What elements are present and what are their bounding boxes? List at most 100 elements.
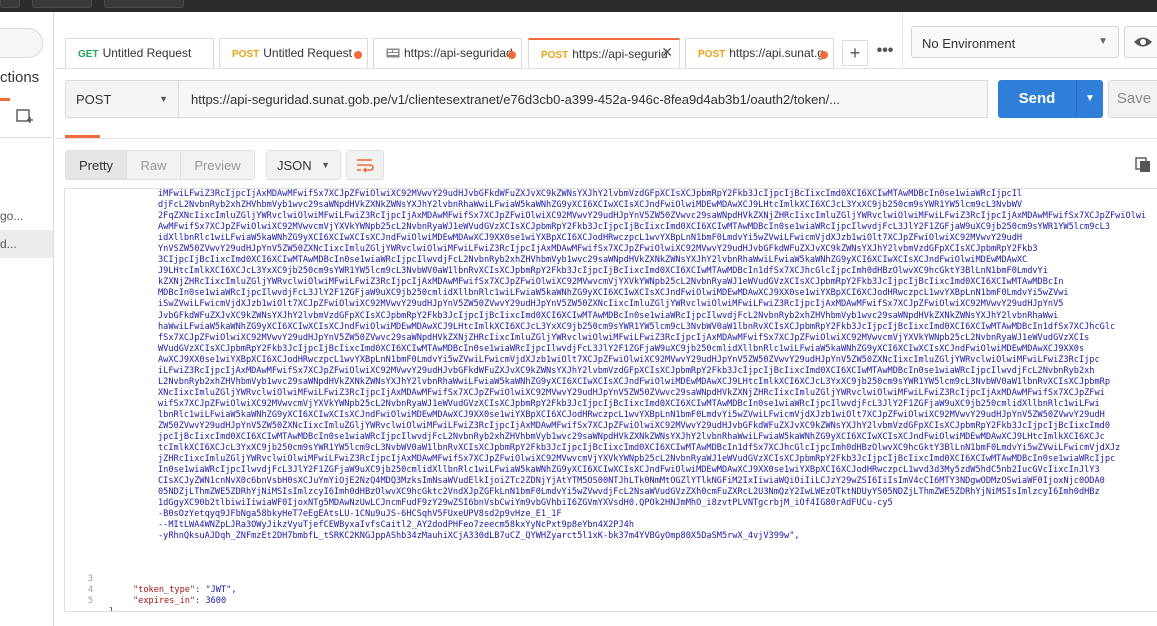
json-string-value: L2NvbnRyb2xhZHVhbmVyb1wvc29saWNpdHVkZXNk… [158,376,1110,387]
code-line: -B0sOzYetqyq9JFbNga58bkyHeT7eEgEAtsLU-1C… [65,509,1157,520]
close-icon[interactable]: ✕ [661,44,673,61]
title-bar-button[interactable] [0,0,20,8]
json-string-value: idXllbnRlc1wiLFwiaW5kaWNhZG9yXCI6XCIwXCI… [158,233,1023,244]
line-number: 5 [87,596,93,607]
websocket-icon [386,48,400,58]
sidebar-collections-title[interactable]: ctions [0,69,39,86]
sidebar: ctions go... d... [0,12,54,626]
request-tab[interactable]: POST Untitled Request [219,38,368,68]
tab-method: POST [541,50,569,61]
url-input[interactable]: https://api-seguridad.sunat.gob.pe/v1/cl… [179,80,988,118]
code-line: lbnRlc1wiLFwiaW5kaWNhZG9yXCI6XCIwXCIsXCJ… [65,410,1157,421]
wrap-lines-icon [357,159,374,173]
code-line: haWwiLFwiaW5kaWNhZG9yXCI6XCIwXCIsXCJndFw… [65,322,1157,333]
code-line: --MItLWA4WNZpLJRa3OWyJikzVyuTjefCEWByxaI… [65,520,1157,531]
environment-quick-look-button[interactable] [1124,26,1157,58]
request-tab-active[interactable]: POST https://api-segurid ✕ [528,38,680,68]
chevron-down-icon: ▼ [159,94,168,104]
unsaved-indicator [508,51,516,59]
tab-label: https://api-seguridad [404,46,513,60]
format-select[interactable]: JSON ▼ [266,150,341,180]
request-tabs-bar: GET Untitled Request POST Untitled Request… [55,12,902,68]
tab-method: POST [232,49,260,60]
save-button[interactable]: Save [1108,80,1157,118]
raw-view-tab[interactable]: Raw [126,150,181,180]
code-line: AwXCJ9XX0se1wiYXBpXCI6XCJodHRwczpcL1wvYX… [65,355,1157,366]
method-select[interactable]: POST ▼ [65,80,179,118]
json-string-value: kZXNjZHRcIixcImluZGljYWRvclwiOlwiMFwiLFw… [158,277,1064,288]
code-line: AwMFwifSx7XCJpZFwiOlwiXC92MVwvcmVjYXVkYW… [65,222,1157,233]
code-line: L2NvbnRyb2xhZHVhbmVyb1wvc29saWNpdHVkZXNk… [65,377,1157,388]
request-tab[interactable]: POST https://api.sunat.g [685,38,834,68]
new-tab-button[interactable]: + [842,40,868,66]
json-string-value: MDBcIn0se1wiaWRcIjpcIlwvdjFcL3JlY2F1ZGFj… [158,288,1069,299]
tab-label: Untitled Request [263,46,352,60]
code-line: 5 } [65,585,1157,611]
json-string-value: XNcIixcImluZGljYWRvclwiOlwiMFwiLFwiZ3RcI… [158,387,1105,398]
unsaved-indicator [820,51,828,59]
json-string-value: --MItLWA4WNZpLJRa3OWyJikzVyuTjefCEWByxaI… [158,520,634,531]
code-line: wifSx7XCJpZFwiOlwiXC92MVwvcmVjYXVkYWNpb2… [65,399,1157,410]
code-line: idXllbnRlc1wiLFwiaW5kaWNhZG9yXCI6XCIwXCI… [65,233,1157,244]
request-tab[interactable]: GET Untitled Request [65,38,214,68]
code-line: kZXNjZHRcIixcImluZGljYWRvclwiOlwiMFwiLFw… [65,277,1157,288]
json-value: 3600 [205,596,227,607]
code-line: WVudGVzXCIsXCJpbmRpY2Fkb3JcIjpcIjBcIixcI… [65,344,1157,355]
tab-method: GET [78,49,99,60]
code-line: In0se1wiaWRcIjpcIlwvdjFcL3JlY2F1ZGFjaW9u… [65,465,1157,476]
code-line: CIsXCJyZWN1cnNvX0c6bnVsbH0sXCJuYmYiOjE2N… [65,476,1157,487]
sidebar-search-input[interactable] [0,28,43,58]
code-line: YnVSZW50ZVwvY29udHJpYnV5ZW50ZXNcIixcImlu… [65,244,1157,255]
json-string-value: WVudGVzXCIsXCJpbmRpY2Fkb3JcIjpcIjBcIixcI… [158,343,1085,354]
tab-label: https://api.sunat.g [729,46,824,60]
code-line: 3CIjpcIjBcIixcImd0XCI6XCIwMTAwMDBcIn0se1… [65,255,1157,266]
code-line: ZW50ZVwvY29udHJpYnV5ZW50ZXNcIixcImluZGlj… [65,421,1157,432]
json-string-value: In0se1wiaWRcIjpcIlwvdjFcL3JlY2F1ZGFjaW9u… [158,465,1100,476]
new-collection-icon[interactable] [16,108,34,124]
code-line: djFcL2NvbnRyb2xhZHVhbmVyb1wvc29saWNpdHVk… [65,200,1157,211]
code-line: 2FqZXNcIixcImluZGljYWRvclwiOlwiMFwiLFwiZ… [65,211,1157,222]
json-string-value: CIsXCJyZWN1cnNvX0c6bnVsbH0sXCJuYmYiOjE2N… [158,476,1105,487]
more-tabs-icon[interactable]: ••• [873,40,897,66]
json-string-value: iMFwiLFwiZ3RcIjpcIjAxMDAwMFwifSx7XCJpZFw… [158,189,1023,199]
json-closing-brace: } [109,607,114,611]
sidebar-divider [0,137,53,138]
wrap-lines-button[interactable] [346,150,384,180]
json-string-value: ZW50ZVwvY29udHJpYnV5ZW50ZXNcIixcImluZGlj… [158,420,1110,431]
send-options-button[interactable]: ▼ [1076,80,1103,118]
chevron-down-icon: ▼ [1098,36,1108,47]
code-line: iLFwiZ3RcIjpcIjAxMDAwMFwifSx7XCJpZFwiOlw… [65,366,1157,377]
tab-method: POST [698,49,726,60]
sidebar-request-item[interactable]: go... [0,202,53,230]
unsaved-indicator [354,51,362,59]
copy-icon[interactable] [1135,157,1151,173]
response-code: iMFwiLFwiZ3RcIjpcIjAxMDAwMFwifSx7XCJpZFw… [65,189,1157,543]
json-string-value: djFcL2NvbnRyb2xhZHVhbmVyb1wvc29saWNpdHVk… [158,200,1023,211]
json-string-value: lbnRlc1wiLFwiaW5kaWNhZG9yXCI6XCIwXCIsXCJ… [158,409,1105,420]
json-string-value: jpcIjBcIixcImd0XCI6XCIwMTAwMDBcIn0se1wia… [158,432,1105,443]
response-toolbar: Pretty Raw Preview JSON ▼ [55,138,1157,186]
response-tail: 3 "token_type": "JWT", 4 "expires_in": 3… [65,563,1157,611]
sidebar-request-item[interactable]: d... [0,230,53,258]
environment-select[interactable]: No Environment ▼ [911,26,1119,58]
request-tab[interactable]: https://api-seguridad [373,38,522,68]
code-line: fSx7XCJpZFwiOlwiXC92MVwvY29udHJpYnV5ZW50… [65,333,1157,344]
json-string-value: iLFwiZ3RcIjpcIjAxMDAwMFwifSx7XCJpZFwiOlw… [158,365,1095,376]
format-value: JSON [277,158,312,173]
json-string-value: -B0sOzYetqyq9JFbNga58bkyHeT7eEgEAtsLU-1C… [158,509,562,520]
chevron-down-icon: ▼ [321,160,330,170]
json-string-value: fSx7XCJpZFwiOlwiXC92MVwvY29udHJpYnV5ZW50… [158,332,1090,343]
json-string-value: -yRhnQksuAJDqh_ZNFmzEt2DH7bmbfL_tSRKC2KN… [158,531,800,542]
response-body-editor[interactable]: iMFwiLFwiZ3RcIjpcIjAxMDAwMFwifSx7XCJpZFw… [64,188,1157,612]
json-key: "expires_in" [133,596,196,607]
code-line: J9LHtcImlkXCI6XCJcL3YxXC9jb250cm9sYWR1YW… [65,266,1157,277]
title-bar-button[interactable] [32,0,92,8]
code-line: 1dGgyXC90b2tlbiwiIiwiaWF0IjoxNTg5MDAwNzU… [65,498,1157,509]
code-line: jpcIjBcIixcImd0XCI6XCIwMTAwMDBcIn0se1wia… [65,432,1157,443]
title-bar-button[interactable] [104,0,184,8]
code-line: tcImlkXCI6XCJcL3YxXC9jb250cm9sYWR1YW5lcm… [65,443,1157,454]
json-string-value: 05NDZjLThmZWE5ZDRhYjNiMSIsImlzcyI6Imh0dH… [158,487,1100,498]
pretty-view-tab[interactable]: Pretty [65,150,127,180]
send-button[interactable]: Send [998,80,1076,118]
preview-view-tab[interactable]: Preview [180,150,255,180]
